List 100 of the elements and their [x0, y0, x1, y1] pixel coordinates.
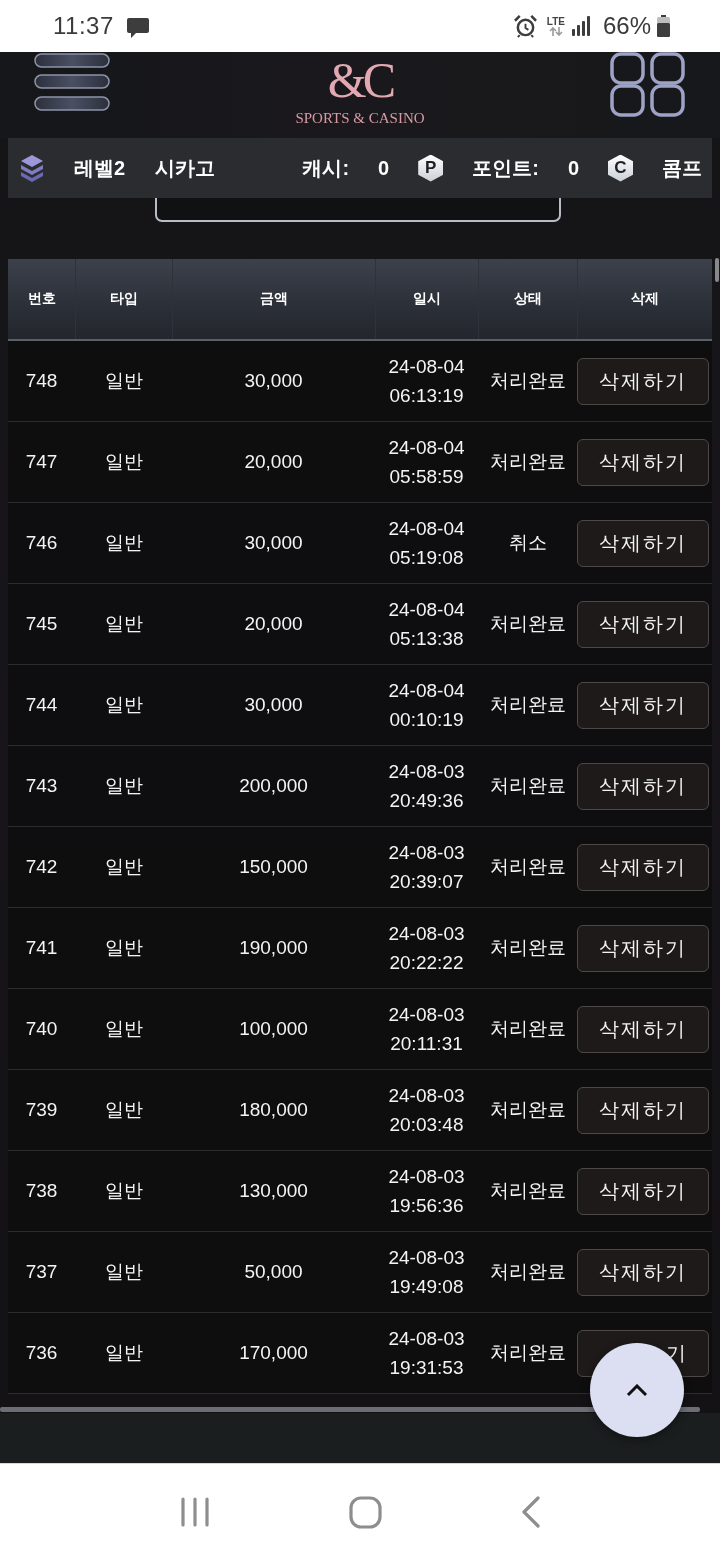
datetime-cell-text: 24-08-04 05:13:38 — [388, 598, 465, 651]
back-button[interactable] — [521, 1496, 541, 1528]
layers-icon — [20, 154, 44, 182]
level-label: 레벨2 — [74, 155, 126, 181]
type-cell-text: 일반 — [104, 774, 143, 798]
points-label: 포인트: — [472, 155, 539, 181]
delete-button[interactable]: 삭제하기 — [577, 681, 709, 729]
logo-mark: &C — [327, 54, 393, 106]
number-cell: 739 — [25, 1099, 58, 1121]
status-cell-text: 처리완료 — [489, 1098, 566, 1122]
amount-cell: 30,000 — [244, 694, 303, 716]
up-down-arrows-icon — [548, 26, 563, 36]
status-cell-text: 처리완료 — [489, 1179, 566, 1203]
caret-up-icon — [626, 1383, 648, 1397]
column-header: 일시 — [375, 259, 478, 339]
back-icon — [521, 1496, 541, 1528]
status-cell-text: 처리완료 — [489, 855, 566, 879]
delete-button[interactable]: 삭제하기 — [577, 843, 709, 891]
home-button[interactable] — [349, 1495, 382, 1529]
status-cell-text: 처리완료 — [489, 1017, 566, 1041]
amount-cell: 30,000 — [244, 370, 303, 392]
delete-button[interactable]: 삭제하기 — [577, 519, 709, 567]
status-cell-text: 취소 — [508, 531, 547, 555]
column-header: 타입 — [75, 259, 172, 339]
amount-cell: 170,000 — [239, 1342, 308, 1364]
type-cell-text: 일반 — [104, 1017, 143, 1041]
grid-icon[interactable] — [610, 52, 686, 118]
status-cell-text: 처리완료 — [489, 450, 566, 474]
column-header: 상태 — [478, 259, 577, 339]
datetime-cell-text: 24-08-03 20:49:36 — [388, 760, 465, 813]
amount-cell: 130,000 — [239, 1180, 308, 1202]
datetime-cell-text: 24-08-04 05:58:59 — [388, 436, 465, 489]
number-cell: 738 — [25, 1180, 58, 1202]
number-cell: 742 — [25, 856, 58, 878]
datetime-cell-text: 24-08-03 19:56:36 — [388, 1165, 465, 1218]
recent-apps-button[interactable] — [179, 1497, 210, 1527]
column-header: 금액 — [172, 259, 375, 339]
datetime-cell-text: 24-08-04 06:13:19 — [388, 355, 465, 408]
number-cell: 740 — [25, 1018, 58, 1040]
status-cell-text: 처리완료 — [489, 612, 566, 636]
status-cell-text: 처리완료 — [489, 774, 566, 798]
cash-value: 0 — [378, 156, 390, 180]
delete-button[interactable]: 삭제하기 — [577, 1005, 709, 1053]
delete-button[interactable]: 삭제하기 — [577, 1167, 709, 1215]
datetime-cell-text: 24-08-03 20:11:31 — [388, 1003, 465, 1056]
delete-button[interactable]: 삭제하기 — [577, 924, 709, 972]
status-cell-text: 처리완료 — [489, 1260, 566, 1284]
type-cell-text: 일반 — [104, 855, 143, 879]
amount-cell: 190,000 — [239, 937, 308, 959]
status-cell-text: 처리완료 — [489, 693, 566, 717]
delete-button[interactable]: 삭제하기 — [577, 600, 709, 648]
amount-cell: 100,000 — [239, 1018, 308, 1040]
datetime-cell-text: 24-08-03 20:39:07 — [388, 841, 465, 894]
type-cell-text: 일반 — [104, 531, 143, 555]
number-cell: 741 — [25, 937, 58, 959]
delete-button[interactable]: 삭제하기 — [577, 357, 709, 405]
type-cell-text: 일반 — [104, 1260, 143, 1284]
status-cell-text: 처리완료 — [489, 369, 566, 393]
points-value: 0 — [567, 156, 579, 180]
username: 시카고 — [155, 155, 216, 181]
signal-bars-icon — [570, 16, 591, 36]
alarm-clock-icon — [513, 14, 537, 38]
logo-text: SPORTS & CASINO — [295, 110, 425, 127]
comp-label[interactable]: 콤프 — [662, 154, 702, 182]
network-type: LTE — [546, 16, 565, 27]
datetime-cell-text: 24-08-04 00:10:19 — [388, 679, 465, 732]
delete-button[interactable]: 삭제하기 — [577, 762, 709, 810]
amount-cell: 150,000 — [239, 856, 308, 878]
column-header: 삭제 — [577, 259, 712, 339]
number-cell: 744 — [25, 694, 58, 716]
delete-button[interactable]: 삭제하기 — [577, 1248, 709, 1296]
number-cell: 745 — [25, 613, 58, 635]
type-cell-text: 일반 — [104, 1341, 143, 1365]
menu-icon[interactable] — [34, 52, 110, 112]
amount-cell: 50,000 — [244, 1261, 303, 1283]
status-cell-text: 처리완료 — [489, 936, 566, 960]
amount-cell: 30,000 — [244, 532, 303, 554]
amount-cell: 180,000 — [239, 1099, 308, 1121]
number-cell: 743 — [25, 775, 58, 797]
datetime-cell-text: 24-08-03 20:03:48 — [388, 1084, 465, 1137]
type-cell-text: 일반 — [104, 1179, 143, 1203]
datetime-cell-text: 24-08-03 19:31:53 — [388, 1327, 465, 1380]
delete-button[interactable]: 삭제하기 — [577, 438, 709, 486]
delete-button[interactable]: 삭제하기 — [577, 1086, 709, 1134]
type-cell-text: 일반 — [104, 369, 143, 393]
amount-cell: 200,000 — [239, 775, 308, 797]
datetime-cell-text: 24-08-04 05:19:08 — [388, 517, 465, 570]
number-cell: 747 — [25, 451, 58, 473]
type-cell-text: 일반 — [104, 693, 143, 717]
battery-percent: 66% — [602, 12, 651, 40]
clock-time: 11:37 — [53, 12, 114, 40]
column-header: 번호 — [26, 289, 57, 308]
number-cell: 736 — [25, 1342, 58, 1364]
hexagon-letter-icon: C — [608, 154, 633, 182]
home-icon — [349, 1495, 382, 1529]
hexagon-letter-icon: P — [418, 154, 444, 182]
scrollbar-thumb[interactable] — [715, 258, 719, 282]
datetime-cell-text: 24-08-03 20:22:22 — [388, 922, 465, 975]
datetime-cell-text: 24-08-03 19:49:08 — [388, 1246, 465, 1299]
battery-icon — [657, 15, 670, 37]
